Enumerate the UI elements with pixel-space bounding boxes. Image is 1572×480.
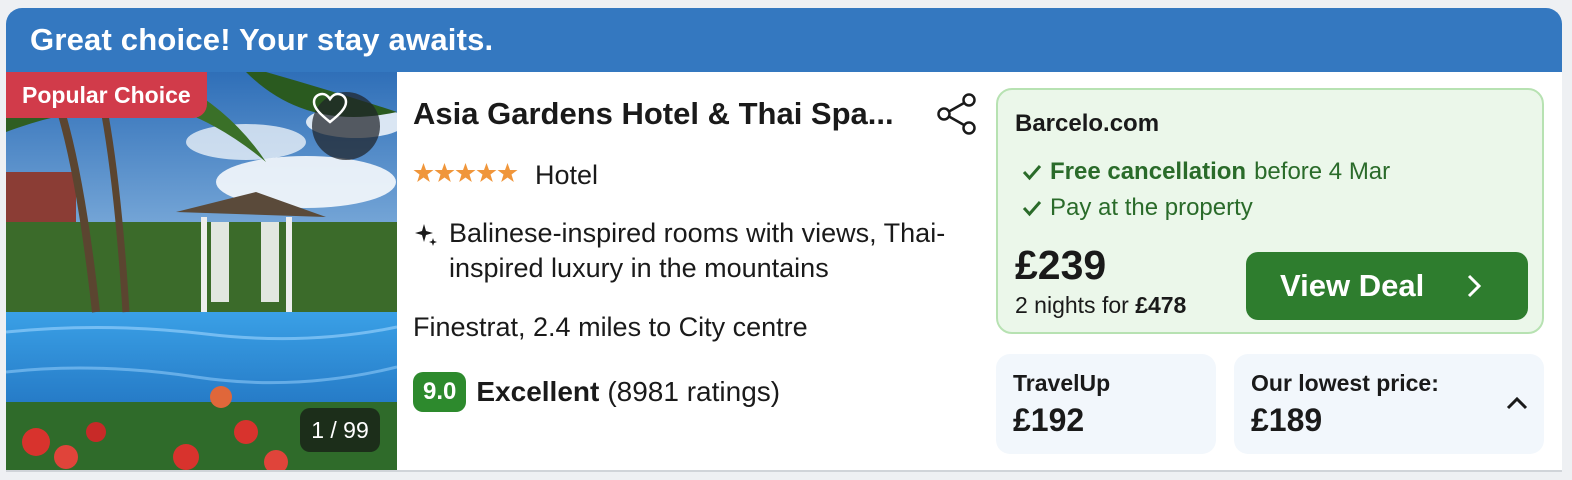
review-score-badge: 9.0 — [413, 372, 467, 412]
lowest-price-label: Our lowest price: — [1251, 370, 1439, 396]
lowest-price-value: £189 — [1251, 402, 1323, 438]
card-divider — [6, 470, 1562, 472]
sparkle-icon — [413, 222, 439, 253]
nights-prefix: 2 nights for — [1015, 292, 1129, 318]
deal-price: £239 — [1015, 242, 1107, 288]
lowest-price-toggle[interactable]: Our lowest price: £189 — [1234, 354, 1544, 454]
top-banner: Great choice! Your stay awaits. — [6, 8, 1562, 72]
chevron-up-icon — [1506, 396, 1528, 410]
perk-detail: before 4 Mar — [1254, 158, 1391, 185]
share-icon — [937, 93, 976, 135]
hotel-type: Hotel — [535, 160, 599, 190]
photo-counter: 1 / 99 — [300, 408, 380, 452]
hotel-highlight: Balinese-inspired rooms with views, Thai… — [449, 218, 946, 283]
perk-detail: Pay at the property — [1050, 194, 1253, 221]
nights-total: 2 nights for £478 — [1015, 292, 1186, 319]
view-deal-button[interactable]: View Deal — [1246, 252, 1528, 320]
check-icon — [1022, 201, 1042, 217]
featured-deal[interactable]: Barcelo.com Free cancellation before 4 M… — [996, 88, 1544, 334]
alternative-deal-travelup[interactable]: TravelUp £192 — [996, 354, 1216, 454]
rating-count: (8981 ratings) — [607, 376, 781, 407]
heart-icon — [312, 92, 348, 124]
hotel-name[interactable]: Asia Gardens Hotel & Thai Spa... — [413, 96, 913, 132]
perk-strong: Free cancellation — [1050, 158, 1247, 185]
hotel-location: Finestrat, 2.4 miles to City centre — [413, 312, 808, 342]
chevron-right-icon — [1467, 274, 1482, 298]
favorite-button[interactable] — [312, 92, 380, 160]
popular-choice-badge: Popular Choice — [6, 72, 207, 118]
free-cancellation-perk: Free cancellation before 4 Mar — [1022, 158, 1390, 186]
banner-text: Great choice! Your stay awaits. — [30, 22, 494, 57]
deal-provider: Barcelo.com — [1015, 110, 1160, 137]
hotel-photo[interactable]: Popular Choice 1 / 99 — [6, 72, 397, 470]
view-deal-label: View Deal — [1280, 268, 1425, 303]
alt-provider-name: TravelUp — [1013, 370, 1111, 396]
check-icon — [1022, 165, 1042, 181]
nights-total-price: £478 — [1135, 292, 1187, 318]
rating-label: Excellent — [476, 376, 600, 407]
hotel-result-card: Great choice! Your stay awaits. Popular … — [6, 8, 1562, 470]
share-button[interactable] — [935, 92, 979, 136]
pay-at-property-perk: Pay at the property — [1022, 194, 1253, 222]
five-stars-icon — [413, 163, 518, 182]
star-rating — [413, 162, 519, 184]
hotel-info: Asia Gardens Hotel & Thai Spa... Hotel B… — [413, 72, 983, 470]
alt-provider-price: £192 — [1013, 402, 1085, 438]
review-rating[interactable]: 9.0 Excellent (8981 ratings) — [413, 372, 780, 412]
